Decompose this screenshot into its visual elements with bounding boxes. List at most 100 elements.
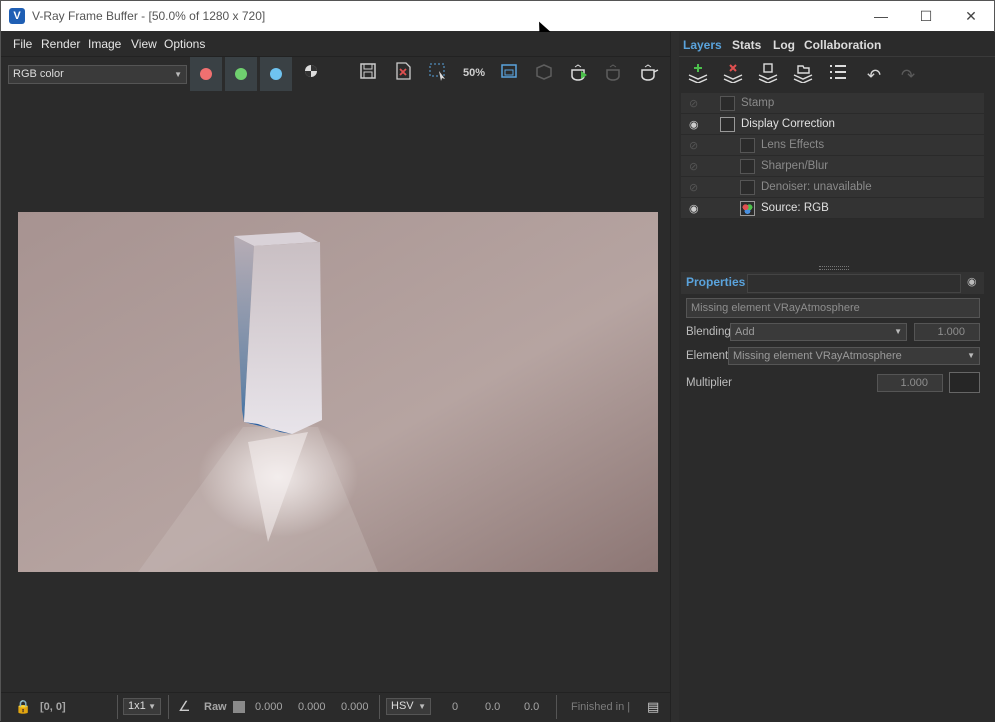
layer-row-lens-effects[interactable]: ⊘ Lens Effects [681, 135, 984, 156]
rendered-image[interactable] [18, 212, 658, 572]
add-layer-icon [688, 64, 708, 84]
layer-row-display-correction[interactable]: ◉ Display Correction [681, 114, 984, 135]
load-layers-button[interactable] [790, 63, 816, 89]
zoom-label: 50% [463, 67, 486, 79]
visibility-off-icon[interactable]: ⊘ [689, 139, 698, 152]
save-layers-icon [758, 63, 778, 84]
properties-title: Properties [686, 275, 746, 289]
blue-dot-icon [270, 68, 282, 80]
multiplier-color-swatch[interactable] [949, 372, 980, 393]
delete-layer-button[interactable] [720, 63, 746, 89]
status-bar: 🔒 [0, 0] 1x1 ▼ ∠ Raw 0.000 0.000 0.000 H… [1, 692, 670, 721]
tab-layers[interactable]: Layers [683, 38, 722, 52]
panel-splitter[interactable] [670, 32, 679, 722]
vfb-window: V V-Ray Frame Buffer - [50.0% of 1280 x … [0, 0, 995, 722]
color-mode-select[interactable]: HSV ▼ [386, 698, 431, 715]
raw-b-value: 0.000 [341, 701, 369, 713]
raw-color-swatch [233, 701, 245, 713]
visibility-off-icon[interactable]: ⊘ [689, 160, 698, 173]
save-layers-button[interactable] [755, 63, 781, 89]
render-preview [18, 212, 658, 572]
right-panel: Layers Stats Log Collaboration ↶ ↷ ⊘ Sta [679, 32, 995, 722]
start-interactive-button[interactable] [568, 62, 590, 84]
maximize-button[interactable]: ☐ [903, 1, 949, 31]
undo-button[interactable]: ↶ [861, 63, 887, 89]
eye-toggle-icon[interactable]: ◉ [967, 275, 977, 288]
layer-name: Display Correction [741, 118, 835, 130]
tab-stats[interactable]: Stats [732, 38, 761, 52]
tab-log[interactable]: Log [773, 38, 795, 52]
interactive-render-button[interactable] [533, 62, 555, 84]
hsv-h-value: 0 [452, 701, 459, 713]
redo-button[interactable]: ↷ [895, 63, 921, 89]
layer-row-sharpen-blur[interactable]: ⊘ Sharpen/Blur [681, 156, 984, 177]
element-select[interactable]: Missing element VRayAtmosphere ▼ [728, 347, 980, 365]
menu-options[interactable]: Options [164, 37, 205, 51]
clear-image-button[interactable] [392, 62, 414, 84]
stop-render-button[interactable] [603, 62, 625, 84]
toggle-panel-icon[interactable]: ▤ [647, 699, 659, 715]
menu-view[interactable]: View [131, 37, 157, 51]
separator [379, 695, 380, 719]
frame-icon [501, 64, 517, 78]
red-dot-icon [200, 68, 212, 80]
lock-coords-icon[interactable]: 🔒 [15, 699, 31, 715]
save-image-button[interactable] [357, 62, 379, 84]
blending-amount-spinner[interactable]: 1.000 [914, 323, 980, 341]
load-layers-icon [793, 65, 813, 84]
region-render-button[interactable] [427, 62, 449, 84]
zoom-button[interactable]: 50% [463, 62, 485, 84]
layer-name: Lens Effects [761, 139, 825, 151]
layer-row-denoiser[interactable]: ⊘ Denoiser: unavailable [681, 177, 984, 198]
properties-panel: Properties ◉ Missing element VRayAtmosph… [681, 272, 984, 402]
hsv-s-value: 0.0 [485, 701, 501, 713]
stamp-icon [720, 96, 735, 111]
color-picker-icon[interactable]: ∠ [178, 698, 191, 715]
properties-splitter-grip[interactable] [819, 266, 849, 270]
menu-render[interactable]: Render [41, 37, 80, 51]
alpha-channel-button[interactable] [300, 63, 322, 85]
element-name-field[interactable]: Missing element VRayAtmosphere [686, 298, 980, 318]
menu-bar: File Render Image View Options [1, 32, 670, 56]
render-button[interactable] [638, 62, 660, 84]
sharpen-icon [740, 159, 755, 174]
layer-row-source-rgb[interactable]: ◉ Source: RGB [681, 198, 984, 219]
title-bar: V V-Ray Frame Buffer - [50.0% of 1280 x … [1, 1, 994, 31]
green-dot-icon [235, 68, 247, 80]
multiplier-spinner[interactable]: 1.000 [877, 374, 943, 392]
multiplier-value: 1.000 [900, 377, 928, 389]
red-channel-button[interactable] [190, 57, 222, 91]
alpha-icon [305, 65, 317, 77]
visibility-off-icon[interactable]: ⊘ [689, 181, 698, 194]
hsv-v-value: 0.0 [524, 701, 540, 713]
teapot-icon [641, 64, 659, 81]
minimize-button[interactable]: — [858, 1, 904, 31]
add-layer-button[interactable] [685, 63, 711, 89]
divider [679, 56, 995, 57]
blue-channel-button[interactable] [260, 57, 292, 91]
visibility-off-icon[interactable]: ⊘ [689, 97, 698, 110]
chevron-down-icon: ▼ [967, 351, 975, 360]
panel-tabs: Layers Stats Log Collaboration [679, 32, 995, 56]
separator [117, 695, 118, 719]
close-button[interactable]: ✕ [948, 1, 994, 31]
lens-effects-icon [740, 138, 755, 153]
chevron-down-icon: ▼ [418, 702, 426, 711]
layer-list-button[interactable] [825, 63, 851, 89]
blending-value: Add [735, 326, 755, 338]
sample-size-select[interactable]: 1x1 ▼ [123, 698, 161, 715]
blending-select[interactable]: Add ▼ [730, 323, 907, 341]
eye-icon[interactable]: ◉ [689, 202, 699, 215]
properties-search-field[interactable] [747, 274, 961, 293]
eye-icon[interactable]: ◉ [689, 118, 699, 131]
tab-collaboration[interactable]: Collaboration [804, 38, 881, 52]
menu-file[interactable]: File [13, 37, 32, 51]
layer-row-stamp[interactable]: ⊘ Stamp [681, 93, 984, 114]
vray-logo-icon: V [9, 8, 25, 24]
track-mouse-button[interactable] [498, 62, 520, 84]
channel-select[interactable]: RGB color ▼ [8, 65, 187, 84]
layer-name: Sharpen/Blur [761, 160, 829, 172]
layer-name: Stamp [741, 97, 775, 109]
green-channel-button[interactable] [225, 57, 257, 91]
menu-image[interactable]: Image [88, 37, 121, 51]
